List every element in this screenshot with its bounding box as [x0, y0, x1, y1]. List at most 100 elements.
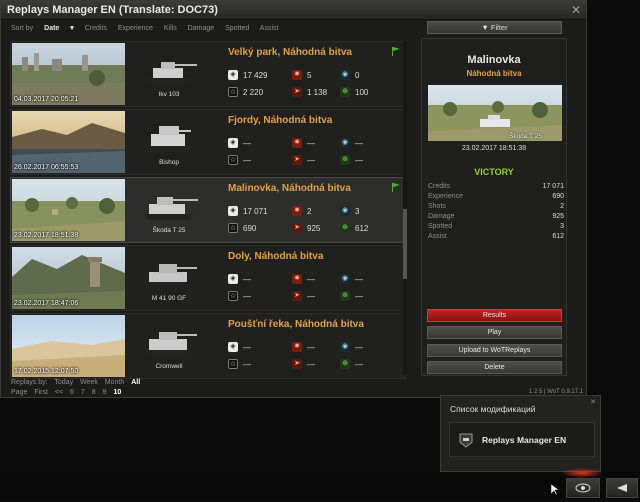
stat-damage: — [243, 343, 251, 352]
spotted-icon: ◉ [340, 342, 350, 352]
tank-name: Ikv 103 [158, 91, 180, 98]
upload-button[interactable]: Upload to WoTReplays [427, 344, 562, 357]
play-button[interactable]: Play [427, 326, 562, 339]
stat-value: 3 [560, 223, 564, 230]
stat-damage: — [243, 275, 251, 284]
page-first[interactable]: First [34, 389, 48, 396]
stat-spotted: 0 [355, 71, 360, 80]
period-week[interactable]: Week [80, 379, 98, 386]
assist-icon: ➤ [292, 291, 302, 301]
stat-kills: 5 [307, 71, 312, 80]
page-8[interactable]: 8 [92, 389, 96, 396]
mods-toggle-button[interactable] [566, 478, 600, 498]
stat-credits: — [355, 292, 363, 301]
period-today[interactable]: Today [54, 379, 73, 386]
map-thumbnail: 23.02.2017 18:51:38 [12, 179, 125, 241]
filter-label: Filter [490, 23, 508, 32]
detail-stat-row: Assist 612 [428, 233, 564, 243]
sort-date-label: Date [44, 25, 60, 32]
filter-button[interactable]: ▼ Filter [427, 21, 562, 34]
stat-assist: — [307, 292, 315, 301]
stat-credits: 100 [355, 88, 369, 97]
window-title: Replays Manager EN (Translate: DOC73) [7, 4, 218, 16]
mod-item[interactable]: Replays Manager EN [449, 422, 595, 457]
kills-icon: ✸ [292, 138, 302, 148]
scrollbar-thumb[interactable] [403, 209, 407, 279]
sort-damage[interactable]: Damage [188, 25, 214, 32]
page-10[interactable]: 10 [113, 389, 121, 396]
map-mode-title: Malinovka, Náhodná bitva [228, 183, 351, 194]
stat-value: 690 [552, 193, 564, 200]
credits-icon: ⊕ [340, 223, 350, 233]
sort-experience[interactable]: Experience [118, 25, 153, 32]
kills-icon: ✸ [292, 206, 302, 216]
spotted-icon: ◉ [340, 138, 350, 148]
damage-icon: ◈ [228, 70, 238, 80]
map-thumbnail: 04.03.2017 20:05:21 [12, 43, 125, 105]
map-mode-title: Fjordy, Náhodná bitva [228, 115, 333, 126]
map-thumbnail: 23.02.2017 18:47:06 [12, 247, 125, 309]
sort-credits[interactable]: Credits [85, 25, 107, 32]
assist-icon: ➤ [292, 87, 302, 97]
detail-tank-name: Škoda T 25 [508, 133, 542, 140]
assist-icon: ➤ [292, 223, 302, 233]
tank-icon: Bishop [139, 120, 199, 166]
list-scrollbar[interactable] [403, 41, 407, 375]
stat-spotted: 3 [355, 207, 360, 216]
map-thumbnail: 26.02.2017 06:55:53 [12, 111, 125, 173]
detail-stat-row: Damage 925 [428, 213, 564, 223]
eye-icon [575, 483, 591, 493]
stat-spotted: — [355, 275, 363, 284]
stat-damage: 17 429 [243, 71, 268, 80]
page-9[interactable]: 9 [103, 389, 107, 396]
window-titlebar[interactable]: Replays Manager EN (Translate: DOC73) ✕ [1, 1, 586, 20]
close-icon[interactable]: ✕ [590, 398, 596, 406]
close-icon[interactable]: ✕ [571, 3, 581, 17]
stat-label: Shots [428, 203, 446, 210]
map-thumbnail: 17.02.2015 12:07:50 [12, 315, 125, 377]
sort-spotted[interactable]: Spotted [225, 25, 249, 32]
delete-button[interactable]: Delete [427, 361, 562, 374]
xp-star-icon: ☆ [228, 359, 238, 369]
replay-date: 23.02.2017 18:47:06 [14, 300, 79, 307]
page-6[interactable]: 6 [70, 389, 74, 396]
period-month[interactable]: Month [105, 379, 124, 386]
replay-row-selected[interactable]: 23.02.2017 18:51:38 Škoda T 25 Malinovka… [10, 177, 406, 243]
stat-xp: 2 220 [243, 88, 264, 97]
stat-spotted: — [355, 139, 363, 148]
replay-row[interactable]: 23.02.2017 18:47:06 M 41 90 GF Doly, Náh… [10, 245, 406, 311]
flag-icon [392, 183, 400, 192]
replays-manager-window: Replays Manager EN (Translate: DOC73) ✕ … [0, 0, 587, 398]
replay-row[interactable]: 04.03.2017 20:05:21 Ikv 103 Velký park, … [10, 41, 406, 107]
sort-kills[interactable]: Kills [164, 25, 177, 32]
map-mode-title: Poušťní řeka, Náhodná bitva [228, 319, 364, 330]
replay-date: 17.02.2015 12:07:50 [14, 368, 79, 375]
damage-icon: ◈ [228, 274, 238, 284]
xp-star-icon: ☆ [228, 291, 238, 301]
detail-map-name: Malinovka [467, 54, 521, 66]
stat-label: Assist [428, 233, 447, 240]
replays-by-filter: Replays by: Today Week Month All [11, 379, 145, 386]
detail-stats: Credits 17 071 Experience 690 Shots 2 Damag… [428, 183, 564, 243]
stat-damage: 17 071 [243, 207, 268, 216]
replay-row[interactable]: 17.02.2015 12:07:50 Cromwell Poušťní řek… [10, 313, 406, 379]
stat-kills: — [307, 139, 315, 148]
kills-icon: ✸ [292, 342, 302, 352]
sort-assist[interactable]: Assist [260, 25, 279, 32]
kills-icon: ✸ [292, 274, 302, 284]
period-all[interactable]: All [131, 379, 140, 386]
replay-row[interactable]: 26.02.2017 06:55:53 Bishop Fjordy, Náhod… [10, 109, 406, 175]
detail-date: 23.02.2017 18:51:38 [461, 145, 527, 152]
tank-icon: Ikv 103 [139, 52, 199, 98]
page-prev[interactable]: << [55, 389, 63, 396]
spotted-icon: ◉ [340, 274, 350, 284]
stat-label: Spotted [428, 223, 453, 230]
map-mode-title: Doly, Náhodná bitva [228, 251, 324, 262]
page-label: Page [11, 389, 28, 396]
sort-date[interactable]: Date ▾ [44, 25, 74, 32]
page-7[interactable]: 7 [81, 389, 85, 396]
detail-stat-row: Spotted 3 [428, 223, 564, 233]
results-button[interactable]: Results [427, 309, 562, 322]
mod-name: Replays Manager EN [482, 435, 567, 445]
exit-button[interactable] [606, 478, 638, 498]
